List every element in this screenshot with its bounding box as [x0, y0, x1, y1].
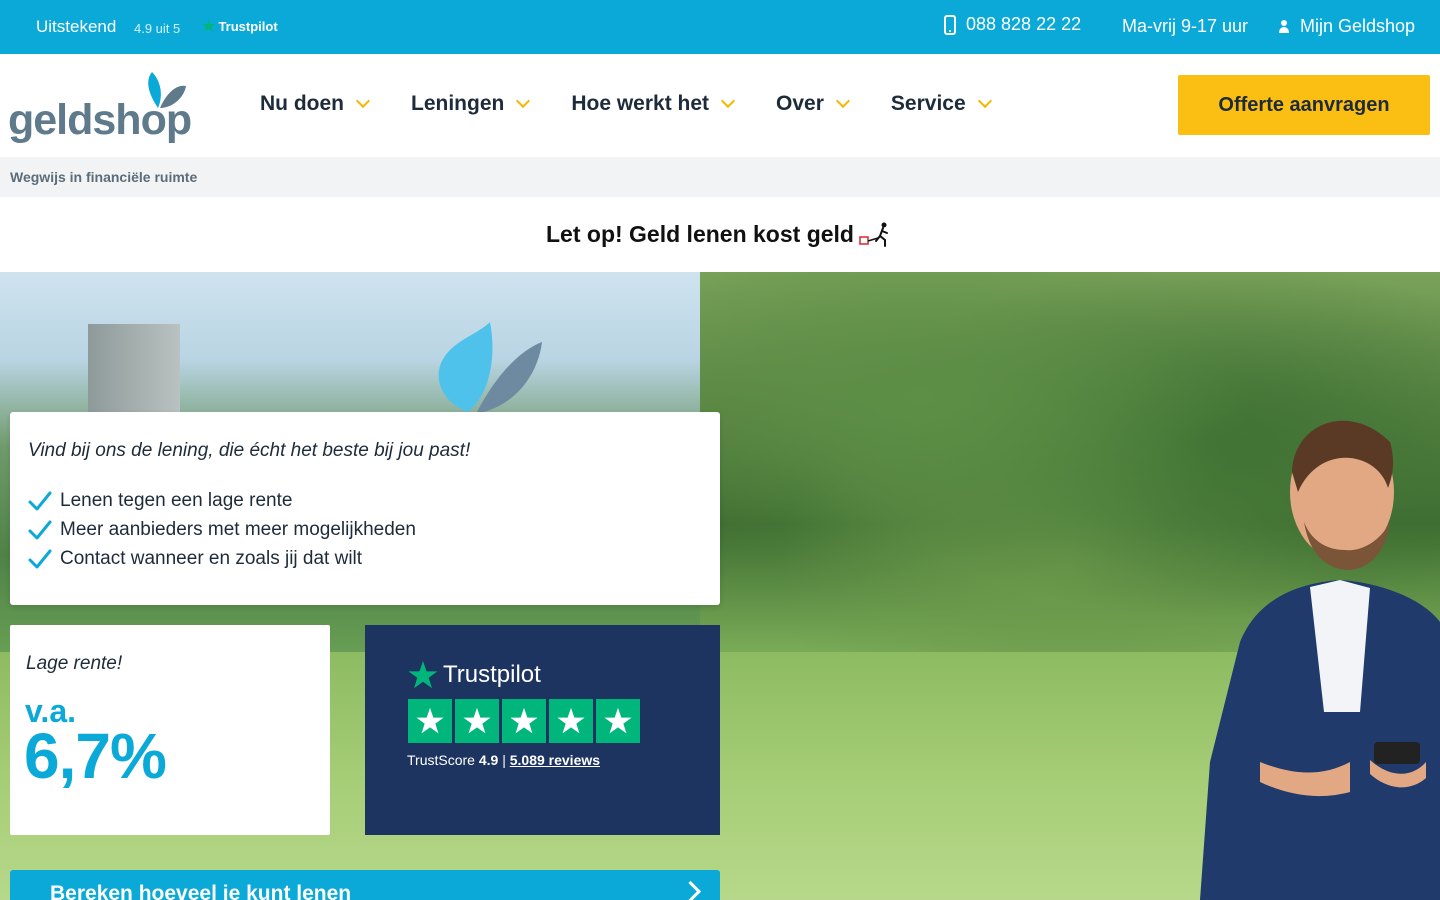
- chevron-right-icon: [679, 880, 702, 900]
- account-link[interactable]: Mijn Geldshop: [1278, 16, 1415, 37]
- account-label: Mijn Geldshop: [1300, 16, 1416, 36]
- interest-rate-card: Lage rente! v.a. 6,7%: [10, 625, 330, 835]
- star-icon: [549, 699, 593, 743]
- trustscore-label: TrustScore: [407, 752, 475, 768]
- chevron-down-icon: [977, 93, 992, 109]
- checkmark-icon: [28, 491, 52, 510]
- top-bar: Uitstekend 4.9 uit 5 ★ Trustpilot 088 82…: [0, 0, 1440, 54]
- calculate-loan-button[interactable]: Bereken hoeveel je kunt lenen: [10, 870, 720, 900]
- advisor-photo: [1200, 420, 1440, 900]
- nav-label: Leningen: [411, 92, 505, 115]
- benefit-item: Lenen tegen een lage rente: [28, 486, 416, 515]
- star-icon: [408, 699, 452, 743]
- rate-value: 6,7%: [24, 720, 167, 792]
- running-person-icon: [859, 222, 888, 247]
- rating-score: 4.9 uit 5: [134, 21, 181, 36]
- benefit-text: Lenen tegen een lage rente: [60, 489, 293, 511]
- benefit-text: Contact wanneer en zoals jij dat wilt: [60, 547, 363, 569]
- phone-number: 088 828 22 22: [966, 14, 1082, 34]
- nav-label: Service: [890, 92, 966, 115]
- logo-wordmark: geldshop: [8, 96, 192, 144]
- trustpilot-brand-label: Trustpilot: [443, 661, 541, 688]
- chevron-down-icon: [835, 93, 850, 109]
- trustscore: TrustScore 4.9 | 5.089 reviews: [407, 752, 600, 768]
- butterfly-decoration-icon: [438, 322, 542, 414]
- loan-warning: Let op! Geld lenen kost geld: [0, 197, 1440, 272]
- trustpilot-mini-label: Trustpilot: [218, 19, 278, 34]
- phone-link[interactable]: 088 828 22 22: [944, 14, 1081, 35]
- nav-item-over[interactable]: Over: [776, 92, 850, 116]
- trustpilot-brand: Trustpilot: [407, 659, 541, 691]
- nav-item-leningen[interactable]: Leningen: [411, 92, 531, 116]
- user-icon: [1278, 19, 1290, 34]
- trustscore-separator: |: [502, 752, 506, 768]
- reviews-link[interactable]: 5.089 reviews: [510, 752, 600, 768]
- opening-hours: Ma-vrij 9-17 uur: [1122, 16, 1249, 36]
- nav-label: Nu doen: [260, 92, 344, 115]
- main-nav: Nu doen Leningen Hoe werkt het Over Serv…: [260, 92, 1033, 116]
- hero-section: Vind bij ons de lening, die écht het bes…: [0, 272, 1440, 900]
- benefit-text: Meer aanbieders met meer mogelijkheden: [60, 518, 416, 540]
- intro-card: Vind bij ons de lening, die écht het bes…: [10, 412, 720, 605]
- nav-item-nu-doen[interactable]: Nu doen: [260, 92, 371, 116]
- tagline-bar: Wegwijs in financiële ruimte: [0, 157, 1440, 197]
- rating-label: Uitstekend: [36, 17, 117, 36]
- trustpilot-mini-logo[interactable]: ★ Trustpilot: [202, 19, 278, 34]
- request-quote-button[interactable]: Offerte aanvragen: [1178, 75, 1430, 135]
- benefit-list: Lenen tegen een lage rente Meer aanbiede…: [28, 486, 416, 573]
- chevron-down-icon: [516, 93, 531, 109]
- checkmark-icon: [28, 549, 52, 568]
- trustpilot-widget[interactable]: Trustpilot TrustScore 4.9 | 5.089 review…: [365, 625, 720, 835]
- chevron-down-icon: [720, 93, 736, 109]
- nav-label: Over: [776, 92, 824, 115]
- checkmark-icon: [28, 520, 52, 539]
- nav-item-service[interactable]: Service: [890, 92, 992, 116]
- benefit-item: Contact wanneer en zoals jij dat wilt: [28, 544, 416, 573]
- chevron-down-icon: [355, 93, 371, 109]
- intro-lead: Vind bij ons de lening, die écht het bes…: [28, 440, 471, 461]
- star-icon: [596, 699, 640, 743]
- warning-text: Let op! Geld lenen kost geld: [546, 221, 854, 247]
- nav-label: Hoe werkt het: [571, 92, 710, 115]
- trustpilot-star-icon: ★: [202, 18, 216, 35]
- star-icon: [455, 699, 499, 743]
- trustpilot-star-icon: [408, 661, 438, 689]
- geldshop-logo[interactable]: geldshop: [8, 68, 198, 148]
- trustscore-value: 4.9: [478, 752, 499, 768]
- tagline: Wegwijs in financiële ruimte: [10, 169, 198, 185]
- phone-icon: [944, 14, 956, 35]
- rate-label: Lage rente!: [26, 653, 123, 674]
- calculate-loan-label: Bereken hoeveel je kunt lenen: [50, 882, 352, 900]
- star-icon: [502, 699, 546, 743]
- nav-item-hoe-werkt-het[interactable]: Hoe werkt het: [571, 92, 736, 116]
- trustpilot-stars: [408, 699, 640, 743]
- benefit-item: Meer aanbieders met meer mogelijkheden: [28, 515, 416, 544]
- main-header: geldshop Nu doen Leningen Hoe werkt het …: [0, 54, 1440, 157]
